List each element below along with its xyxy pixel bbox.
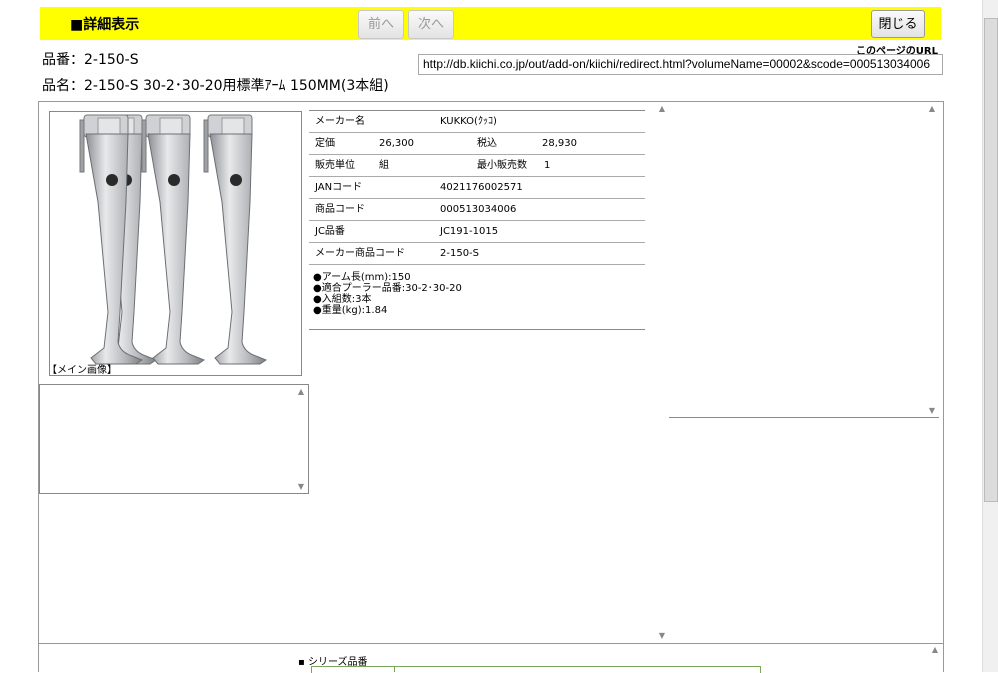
scroll-up-icon[interactable]: ▲ [928, 645, 942, 654]
spec-label: メーカー商品コード [315, 248, 405, 259]
header-bar [40, 7, 941, 40]
sub-image-pane: ▲ ▼ [39, 384, 309, 494]
spec-value: JC191-1015 [440, 226, 499, 237]
scroll-up-icon[interactable]: ▲ [655, 104, 669, 113]
divider [309, 329, 645, 330]
product-notes: ●アーム長(mm):150 ●適合プーラー品番:30-2･30-20 ●入組数:… [313, 272, 462, 316]
scroll-up-icon[interactable]: ▲ [294, 387, 308, 396]
spec-label: メーカー名 [315, 116, 365, 127]
spec-label: 税込 [477, 138, 497, 149]
main-image [49, 111, 302, 376]
spec-label: 定価 [315, 138, 335, 149]
close-button[interactable]: 閉じる [871, 10, 925, 38]
image-caption: 【メイン画像】 [47, 365, 117, 376]
spec-row-code: 商品コード 000513034006 [309, 199, 645, 221]
spec-value: 4021176002571 [440, 182, 523, 193]
page-url-field[interactable]: http://db.kiichi.co.jp/out/add-on/kiichi… [418, 54, 943, 75]
spec-row-maker-code: メーカー商品コード 2-150-S [309, 243, 645, 265]
spec-label: JC品番 [315, 226, 345, 237]
spec-row-price: 定価 26,300 税込 28,930 [309, 133, 645, 155]
spec-value: KUKKO(ｸｯｺ) [440, 116, 497, 127]
spec-row-maker: メーカー名 KUKKO(ｸｯｺ) [309, 110, 645, 133]
note-line: ●重量(kg):1.84 [313, 305, 388, 316]
next-button[interactable]: 次へ [408, 10, 454, 39]
note-line: ●入組数:3本 [313, 294, 372, 305]
spec-label: JANコード [315, 182, 363, 193]
spec-table: メーカー名 KUKKO(ｸｯｺ) 定価 26,300 税込 28,930 販売単… [309, 110, 645, 265]
note-line: ●アーム長(mm):150 [313, 272, 411, 283]
spec-label: 商品コード [315, 204, 365, 215]
product-name: 品名：2-150-S 30-2･30-20用標準ｱｰﾑ 150MM(3本組) [42, 78, 389, 94]
spec-value: 000513034006 [440, 204, 517, 215]
spec-label: 販売単位 [315, 160, 355, 171]
product-number: 品番：2-150-S [42, 52, 139, 68]
note-line: ●適合プーラー品番:30-2･30-20 [313, 283, 462, 294]
puller-arms-illustration [79, 114, 267, 365]
scroll-down-icon[interactable]: ▼ [925, 406, 939, 415]
right-pane-scrollbar[interactable]: ▲ ▼ [925, 102, 939, 417]
scroll-up-icon[interactable]: ▲ [925, 104, 939, 113]
spec-value: 26,300 [379, 138, 414, 149]
series-table-divider [394, 666, 395, 672]
right-info-pane [669, 102, 939, 418]
series-scrollbar[interactable]: ▲ [928, 643, 941, 672]
scroll-down-icon[interactable]: ▼ [294, 482, 308, 491]
prev-button[interactable]: 前へ [358, 10, 404, 39]
spec-value: 1 [544, 160, 551, 171]
page-title: ■詳細表示 [70, 17, 140, 33]
scroll-down-icon[interactable]: ▼ [655, 631, 669, 640]
spec-row-jc: JC品番 JC191-1015 [309, 221, 645, 243]
spec-value: 2-150-S [440, 248, 480, 259]
spec-label: 最小販売数 [477, 160, 527, 171]
middle-scrollbar[interactable]: ▲ ▼ [655, 102, 669, 642]
spec-value: 組 [379, 160, 389, 171]
window-scrollbar-thumb[interactable] [984, 18, 998, 502]
spec-row-jan: JANコード 4021176002571 [309, 177, 645, 199]
spec-row-unit: 販売単位 組 最小販売数 1 [309, 155, 645, 177]
spec-value: 28,930 [542, 138, 577, 149]
